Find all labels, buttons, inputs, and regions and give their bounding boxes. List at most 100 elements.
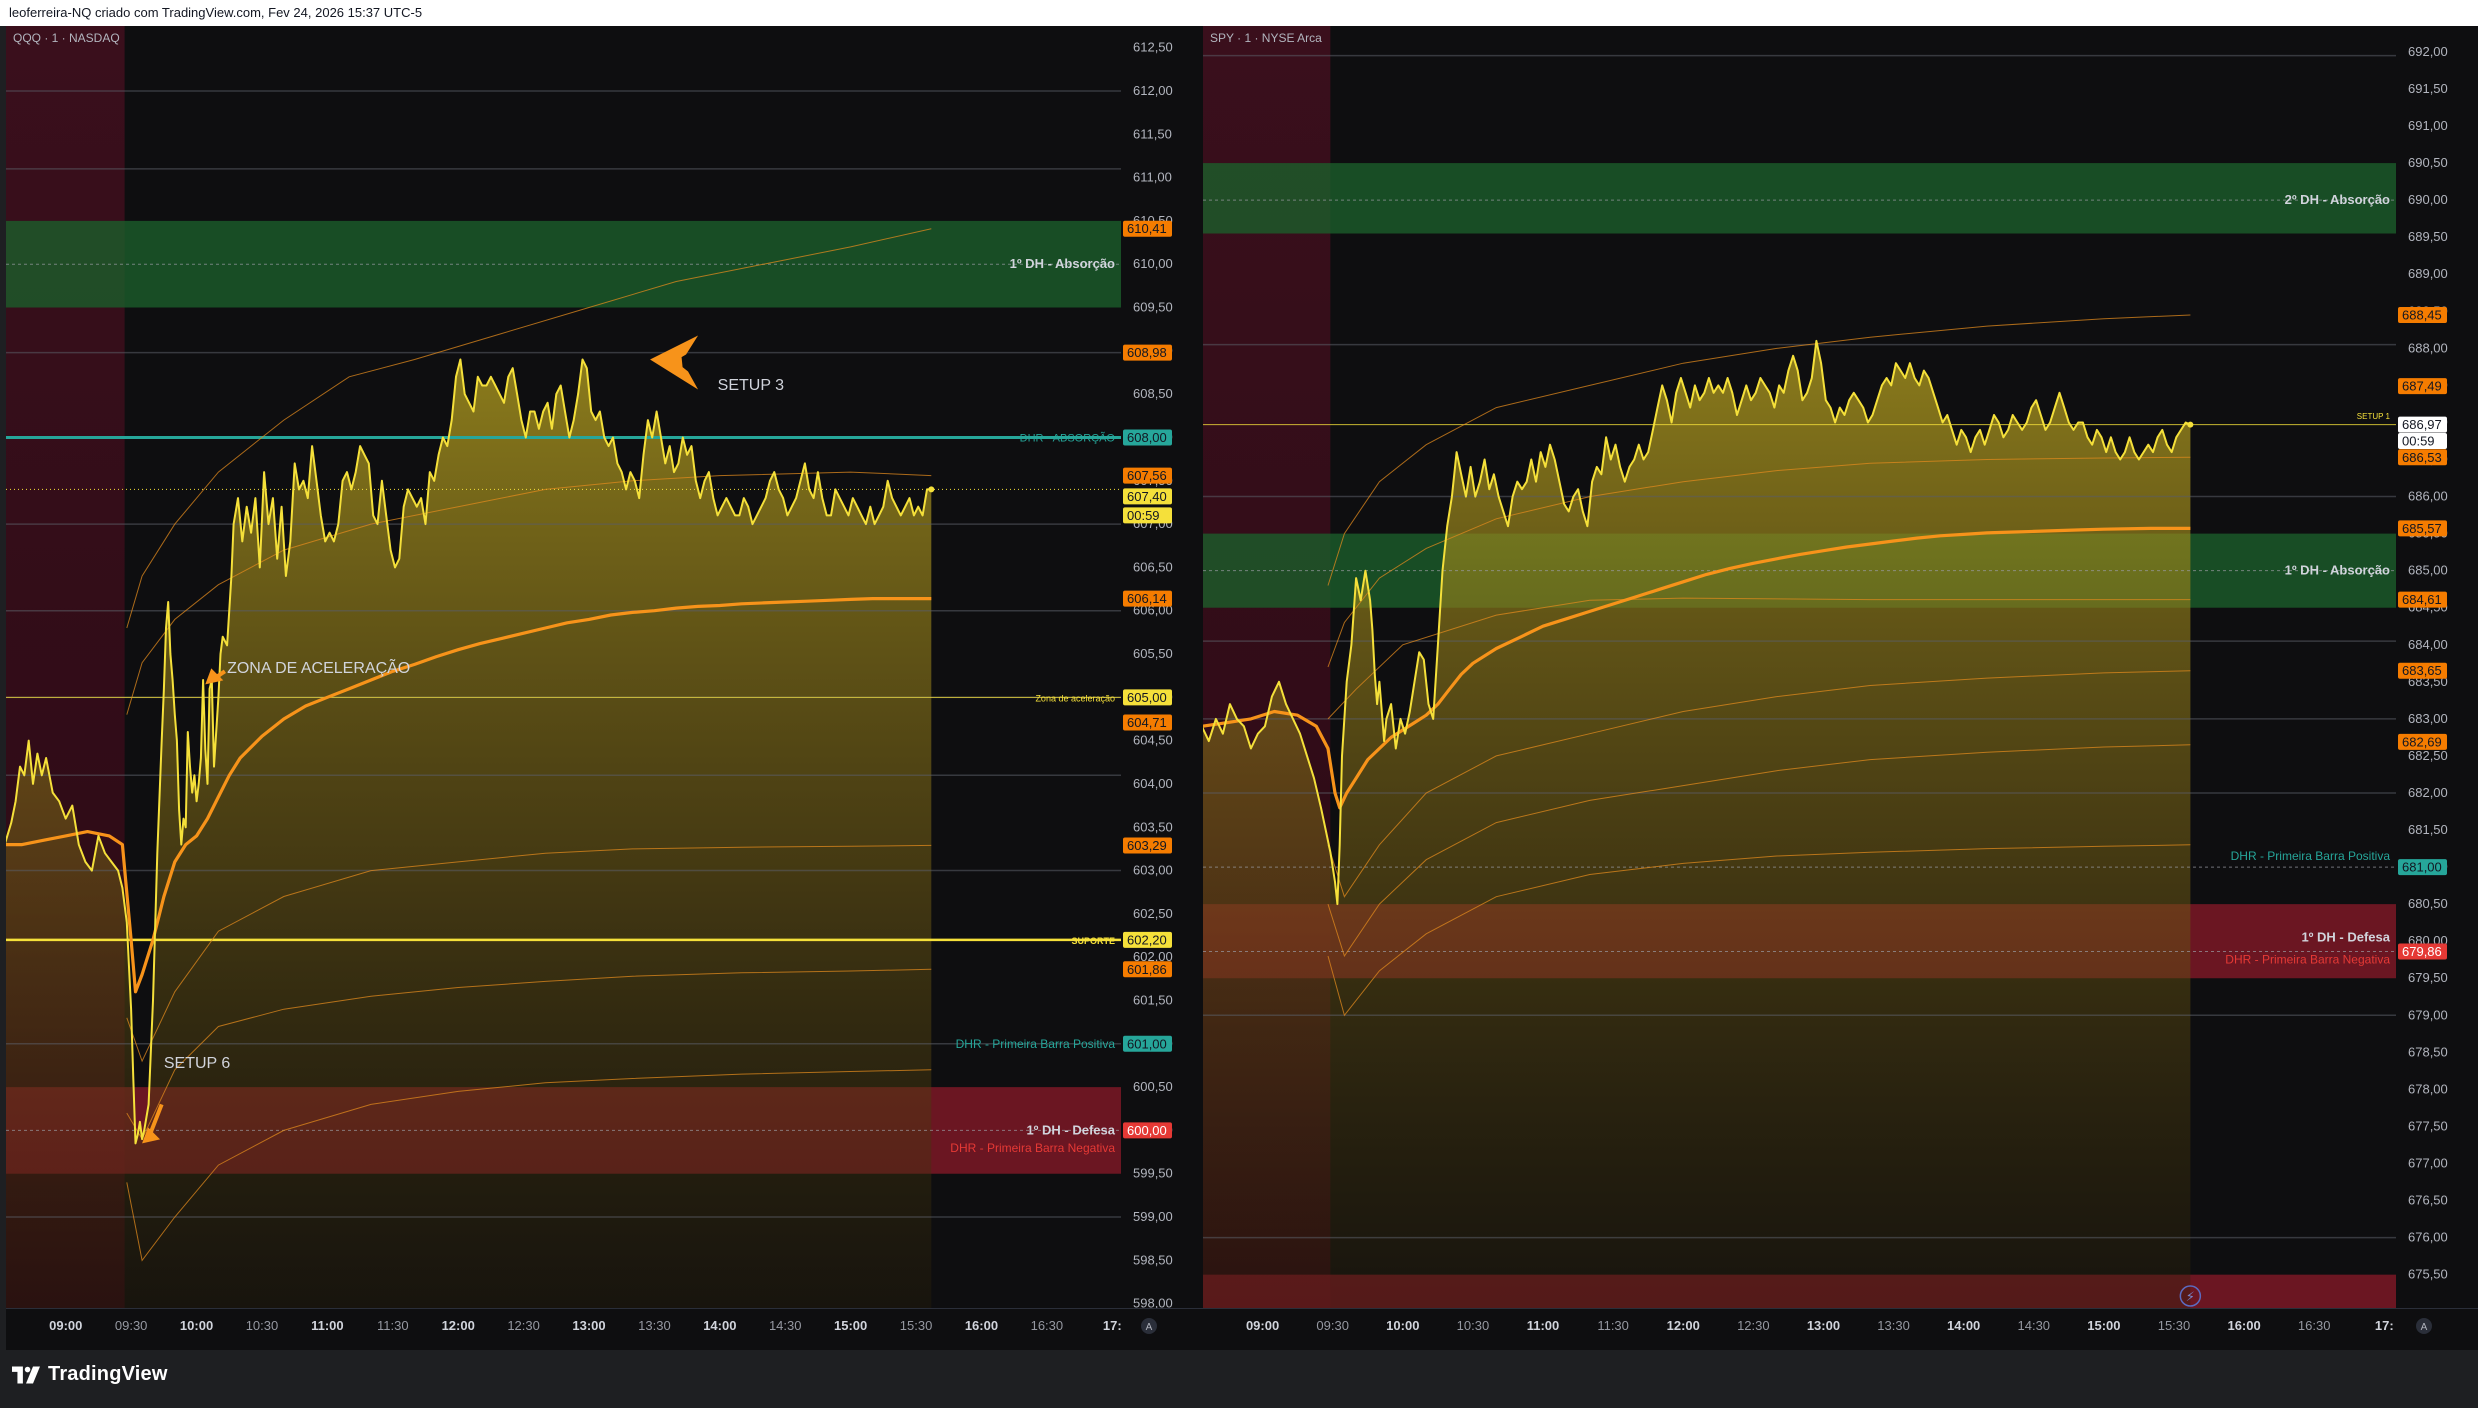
level-label-4: DHR - Primeira Barra Positiva <box>956 1037 1116 1051</box>
price-tick-19: 603,00 <box>1133 863 1173 878</box>
time-tick-15: 16:30 <box>2298 1318 2331 1333</box>
price-tick-33: 675,50 <box>2408 1267 2448 1282</box>
price-tick-14: 685,00 <box>2408 563 2448 578</box>
time-tick-9: 13:30 <box>1877 1318 1910 1333</box>
price-tick-20: 682,00 <box>2408 785 2448 800</box>
symbol-label: SPY · 1 · NYSE Arca <box>1210 31 1322 45</box>
time-tick-16: 17: <box>1103 1318 1122 1333</box>
level-label-2: 1º DH - Absorção <box>2285 563 2390 578</box>
price-tick-12: 606,50 <box>1133 559 1173 574</box>
price-tag-8: 682,69 <box>2402 734 2442 749</box>
price-tick-8: 688,00 <box>2408 340 2448 355</box>
price-tag-1: 608,98 <box>1127 345 1167 360</box>
price-tick-25: 679,50 <box>2408 970 2448 985</box>
price-tag-3: 607,56 <box>1127 468 1167 483</box>
level-label-6: DHR - Primeira Barra Negativa <box>950 1141 1115 1155</box>
tradingview-brand-text: TradingView <box>48 1363 168 1385</box>
price-tag-10: 602,20 <box>1127 932 1167 947</box>
price-tag-0: 610,41 <box>1127 221 1167 236</box>
level-label-1: SETUP 1 <box>2357 412 2391 421</box>
time-tick-10: 14:00 <box>703 1318 736 1333</box>
price-tick-5: 610,00 <box>1133 256 1173 271</box>
price-tick-28: 678,00 <box>2408 1081 2448 1096</box>
spy-chart-panel[interactable]: 2º DH - Absorção SETUP 1 1º DH - Absorção D… <box>1203 26 2478 1350</box>
price-tag-5: 685,57 <box>2402 521 2442 536</box>
price-tick-12: 686,00 <box>2408 489 2448 504</box>
auto-scale-label: A <box>1146 1322 1153 1333</box>
price-tag-5: 00:59 <box>1127 508 1160 523</box>
price-tick-23: 680,50 <box>2408 896 2448 911</box>
price-tick-3: 611,00 <box>1133 170 1172 185</box>
price-tick-32: 676,00 <box>2408 1230 2448 1245</box>
level-label-3: SUPORTE <box>1071 936 1115 946</box>
price-tick-20: 602,50 <box>1133 906 1173 921</box>
price-tick-24: 600,50 <box>1133 1079 1173 1094</box>
time-tick-12: 15:00 <box>2087 1318 2120 1333</box>
level-label-5: 1º DH - Defesa <box>1026 1122 1115 1137</box>
price-tag-10: 679,86 <box>2402 944 2442 959</box>
price-tick-21: 681,50 <box>2408 822 2448 837</box>
level-label-0: 2º DH - Absorção <box>2285 192 2390 207</box>
price-tag-13: 600,00 <box>1127 1123 1167 1138</box>
level-label-4: 1º DH - Defesa <box>2301 929 2390 944</box>
time-tick-0: 09:00 <box>1246 1318 1279 1333</box>
price-tick-1: 612,00 <box>1133 83 1173 98</box>
price-tag-12: 601,00 <box>1127 1036 1167 1051</box>
symbol-label: QQQ · 1 · NASDAQ <box>13 31 120 45</box>
level-label-3: DHR - Primeira Barra Positiva <box>2231 849 2391 863</box>
annotation-label-2: SETUP 6 <box>164 1055 231 1072</box>
price-tick-27: 678,50 <box>2408 1044 2448 1059</box>
price-tag-6: 606,14 <box>1127 591 1167 606</box>
price-tick-0: 692,00 <box>2408 44 2448 59</box>
price-tag-0: 688,45 <box>2402 308 2442 323</box>
level-label-1: DHR - ABSORÇÃO <box>1020 431 1116 444</box>
price-tag-9: 603,29 <box>1127 838 1167 853</box>
time-tick-4: 11:00 <box>311 1318 344 1333</box>
price-tick-6: 689,00 <box>2408 266 2448 281</box>
price-tick-14: 605,50 <box>1133 646 1173 661</box>
time-tick-8: 13:00 <box>572 1318 605 1333</box>
last-price-dot <box>928 486 935 493</box>
time-tick-16: 17: <box>2375 1318 2394 1333</box>
time-tick-6: 12:00 <box>1667 1318 1700 1333</box>
time-tick-14: 16:00 <box>965 1318 998 1333</box>
level-label-2: Zona de aceleração <box>1035 693 1115 703</box>
time-tick-2: 10:00 <box>180 1318 213 1333</box>
price-tick-27: 599,00 <box>1133 1209 1173 1224</box>
tradingview-logo[interactable]: TradingView <box>12 1363 168 1386</box>
price-tick-2: 611,50 <box>1133 126 1172 141</box>
price-tag-7: 683,65 <box>2402 663 2442 678</box>
time-tick-11: 14:30 <box>2018 1318 2051 1333</box>
price-tick-29: 677,50 <box>2408 1118 2448 1133</box>
price-tick-26: 679,00 <box>2408 1007 2448 1022</box>
time-tick-2: 10:00 <box>1386 1318 1419 1333</box>
price-tick-31: 676,50 <box>2408 1193 2448 1208</box>
price-tag-7: 605,00 <box>1127 690 1167 705</box>
time-tick-11: 14:30 <box>769 1318 802 1333</box>
price-tag-8: 604,71 <box>1127 715 1167 730</box>
price-tick-30: 677,00 <box>2408 1155 2448 1170</box>
price-tick-4: 690,00 <box>2408 192 2448 207</box>
price-tag-4: 686,53 <box>2402 450 2442 465</box>
time-tick-6: 12:00 <box>442 1318 475 1333</box>
price-tag-11: 601,86 <box>1127 962 1167 977</box>
time-tick-1: 09:30 <box>115 1318 148 1333</box>
time-tick-4: 11:00 <box>1527 1318 1560 1333</box>
auto-scale-label: A <box>2421 1322 2428 1333</box>
green-zone-0 <box>1203 163 2396 234</box>
time-tick-13: 15:30 <box>900 1318 933 1333</box>
footer-bar: TradingView <box>0 1350 2478 1408</box>
price-tag-2: 686,97 <box>2402 417 2442 432</box>
price-tag-3: 00:59 <box>2402 433 2435 448</box>
level-label-0: 1º DH - Absorção <box>1010 256 1115 271</box>
price-tick-8: 608,50 <box>1133 386 1173 401</box>
qqq-chart-panel[interactable]: SETUP 3 ZONA DE ACELERAÇÃO SETUP 6 1º DH - … <box>6 26 1203 1350</box>
last-price-dot <box>2187 421 2194 428</box>
lightning-glyph: ⚡ <box>2186 1289 2195 1304</box>
time-tick-8: 13:00 <box>1807 1318 1840 1333</box>
chart-header-caption: leoferreira-NQ criado com TradingView.co… <box>0 0 2478 26</box>
time-tick-5: 11:30 <box>377 1318 409 1333</box>
price-tick-5: 689,50 <box>2408 229 2448 244</box>
time-tick-0: 09:00 <box>49 1318 82 1333</box>
price-tick-18: 603,50 <box>1133 819 1173 834</box>
